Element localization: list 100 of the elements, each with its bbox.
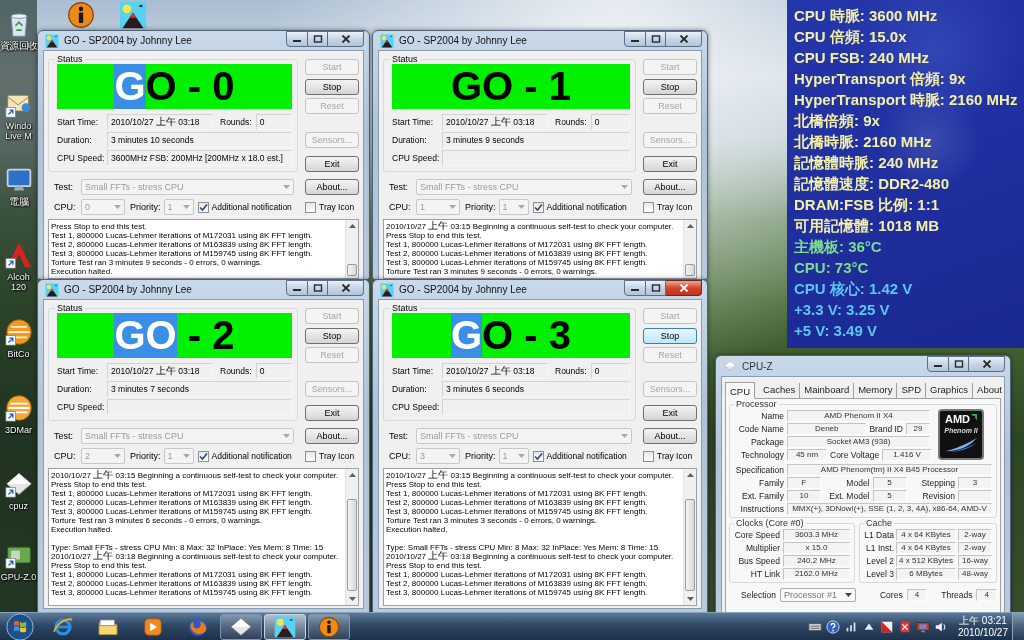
exit-button[interactable]: Exit (643, 405, 697, 421)
scroll-down-icon[interactable] (686, 597, 694, 601)
taskbar-button[interactable] (220, 613, 262, 640)
maximize-button[interactable] (646, 31, 666, 47)
icon-label[interactable]: BitCo (7, 349, 30, 359)
icon-label[interactable]: 資源回收 (0, 41, 37, 51)
scrollbar-thumb[interactable] (347, 499, 357, 591)
field-label: Ext. Model (828, 491, 870, 501)
checkbox-label[interactable]: Additional notification (211, 202, 292, 212)
cpu-label: CPU: (54, 202, 77, 212)
stop-button[interactable]: Stop (305, 328, 359, 344)
maximize-button[interactable] (646, 280, 666, 296)
minimize-button[interactable] (624, 31, 646, 47)
icon-label[interactable]: Alcoh 120 (7, 272, 30, 292)
stop-button[interactable]: Stop (643, 79, 697, 95)
about-button[interactable]: About... (305, 179, 359, 195)
about-button[interactable]: About... (643, 179, 697, 195)
close-button[interactable] (969, 356, 1005, 372)
minimize-button[interactable] (286, 280, 308, 296)
scrollbar[interactable] (345, 469, 358, 605)
checkbox[interactable] (532, 450, 544, 462)
maximize-button[interactable] (949, 356, 969, 372)
checkbox-label[interactable]: Tray Icon (657, 202, 693, 212)
scrollbar-thumb[interactable] (685, 499, 695, 591)
scroll-down-icon[interactable] (348, 597, 356, 601)
scroll-up-icon[interactable] (348, 473, 356, 477)
checkbox-label[interactable]: Tray Icon (657, 451, 693, 461)
checkbox-label[interactable]: Additional notification (546, 202, 627, 212)
exit-button[interactable]: Exit (643, 156, 697, 172)
triangle-logo-icon[interactable] (4, 241, 33, 269)
icon-label[interactable]: 3DMar (5, 425, 32, 435)
log-line: Test 1, 800000 Lucas-Lehmer iterations of M172031 using 8K FFT length. (386, 240, 649, 249)
start-time-label: Start Time: (57, 117, 100, 127)
checkbox[interactable] (532, 201, 544, 213)
checkbox-label[interactable]: Tray Icon (319, 451, 355, 461)
striped-disc-icon[interactable] (4, 394, 33, 422)
scrollbar-thumb[interactable] (685, 264, 695, 276)
close-button[interactable] (666, 280, 702, 296)
exit-button[interactable]: Exit (305, 405, 359, 421)
checkbox-label[interactable]: Tray Icon (319, 202, 355, 212)
minimize-button[interactable] (624, 280, 646, 296)
scrollbar-thumb[interactable] (347, 264, 357, 276)
flag-icon[interactable] (879, 619, 894, 634)
about-button[interactable]: About... (305, 428, 359, 444)
field-value: x 15.0 (783, 542, 850, 554)
scrollbar[interactable] (683, 220, 696, 278)
close-button[interactable] (328, 31, 364, 47)
checkbox[interactable] (643, 201, 654, 213)
taskbar-button[interactable] (264, 613, 306, 640)
processor-dropdown[interactable]: Processor #1 (779, 588, 856, 602)
field-label: Ext. Family (740, 491, 784, 501)
stop-button[interactable]: Stop (643, 328, 697, 344)
icon-label[interactable]: cpuz (9, 501, 28, 511)
checkbox-label[interactable]: Additional notification (546, 451, 627, 461)
log-line: Test 1, 800000 Lucas-Lehmer iterations of M172031 using 8K FFT length. (386, 570, 649, 579)
close-button[interactable] (328, 280, 364, 296)
checkbox[interactable] (643, 450, 654, 462)
caret-icon (621, 434, 628, 438)
help-icon[interactable] (825, 619, 840, 634)
striped-ball-icon[interactable] (4, 318, 33, 346)
diamond-icon[interactable] (4, 470, 33, 498)
icon-label[interactable]: Windo Live M (5, 121, 32, 141)
checkbox[interactable] (197, 201, 209, 213)
exit-button[interactable]: Exit (305, 156, 359, 172)
sensor-reading: 北橋時脈: 2160 MHz (794, 132, 933, 152)
maximize-button[interactable] (308, 280, 328, 296)
stop-button[interactable]: Stop (305, 79, 359, 95)
group-label: Status (391, 54, 419, 64)
tab[interactable]: CPU (725, 382, 756, 399)
show-desktop-button[interactable] (1012, 613, 1024, 640)
minimize-button[interactable] (927, 356, 949, 372)
scroll-up-icon[interactable] (348, 224, 356, 228)
maximize-button[interactable] (308, 31, 328, 47)
about-button[interactable]: About... (643, 428, 697, 444)
close-button[interactable] (666, 31, 702, 47)
clock-date[interactable]: 2010/10/27 (957, 626, 1008, 639)
minimize-button[interactable] (286, 31, 308, 47)
sensor-reading: 記憶體時脈: 240 MHz (794, 153, 940, 173)
maximize-icon (312, 35, 323, 43)
checkbox[interactable] (305, 201, 316, 213)
icon-label[interactable]: GPU-Z.0 (0, 572, 37, 582)
checkbox[interactable] (305, 450, 316, 462)
cores-label: Cores (879, 590, 903, 600)
mountain-sun-icon (274, 615, 296, 638)
sensor-reading: CPU 倍頻: 15.0x (794, 27, 908, 47)
info-icon[interactable] (66, 1, 95, 29)
monitor-alert-icon[interactable] (915, 619, 930, 634)
clock-time[interactable]: 上午 03:21 (959, 614, 1007, 627)
scroll-up-icon[interactable] (686, 224, 694, 228)
taskbar-button[interactable] (308, 613, 350, 640)
scrollbar[interactable] (683, 469, 696, 605)
checkbox-label[interactable]: Additional notification (211, 451, 292, 461)
icon-label[interactable]: 電腦 (9, 197, 28, 207)
field-label: Instructions (739, 504, 784, 514)
scroll-up-icon[interactable] (686, 473, 694, 477)
checkmark-icon (198, 202, 208, 212)
monitor-icon[interactable] (4, 166, 33, 194)
mountain-sun-icon (380, 282, 394, 297)
checkbox[interactable] (197, 450, 209, 462)
scrollbar[interactable] (345, 220, 358, 278)
